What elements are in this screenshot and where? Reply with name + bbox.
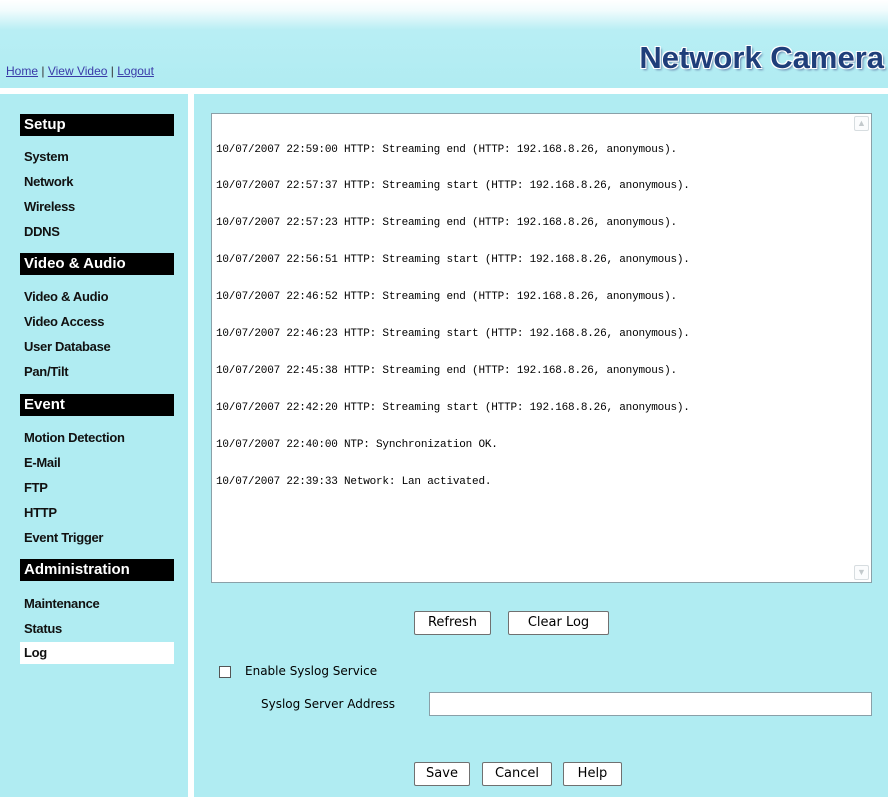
scroll-up-icon[interactable]: ▲ [854,116,869,131]
link-separator: | [38,64,48,78]
view-video-link[interactable]: View Video [48,64,108,78]
sidebar-item-http[interactable]: HTTP [24,505,57,521]
help-button[interactable]: Help [563,762,622,786]
sidebar-item-pan-tilt[interactable]: Pan/Tilt [24,364,69,380]
scroll-down-icon[interactable]: ▼ [854,565,869,580]
syslog-server-label: Syslog Server Address [261,697,396,711]
log-line: 10/07/2007 22:42:20 HTTP: Streaming star… [216,401,690,414]
section-header-event: Event [20,394,174,416]
log-line: 10/07/2007 22:59:00 HTTP: Streaming end … [216,143,677,156]
log-line: 10/07/2007 22:57:37 HTTP: Streaming star… [216,180,690,193]
home-link[interactable]: Home [6,64,38,78]
log-line: 10/07/2007 22:56:51 HTTP: Streaming star… [216,254,690,267]
sidebar-item-ftp[interactable]: FTP [24,480,48,496]
sidebar-item-motion-detection[interactable]: Motion Detection [24,430,125,446]
sidebar-item-wireless[interactable]: Wireless [24,199,75,215]
refresh-button[interactable]: Refresh [414,611,491,635]
log-line: 10/07/2007 22:45:38 HTTP: Streaming end … [216,364,677,377]
log-line: 10/07/2007 22:39:33 Network: Lan activat… [216,475,492,488]
sidebar-item-email[interactable]: E-Mail [24,455,61,471]
log-text: 10/07/2007 22:59:00 HTTP: Streaming end … [216,119,851,513]
sidebar-item-log[interactable]: Log [20,642,174,664]
link-separator: | [107,64,118,78]
sidebar-item-event-trigger[interactable]: Event Trigger [24,530,103,546]
enable-syslog-checkbox[interactable] [219,666,231,678]
cancel-button[interactable]: Cancel [482,762,552,786]
section-header-setup: Setup [20,114,174,136]
sidebar-item-ddns[interactable]: DDNS [24,224,60,240]
brand-logo: Network Camera [639,40,884,75]
log-line: 10/07/2007 22:46:52 HTTP: Streaming end … [216,291,677,304]
log-line: 10/07/2007 22:40:00 NTP: Synchronization… [216,438,498,451]
logout-link[interactable]: Logout [117,64,154,78]
log-line: 10/07/2007 22:46:23 HTTP: Streaming star… [216,328,690,341]
section-header-administration: Administration [20,559,174,581]
sidebar-item-system[interactable]: System [24,149,69,165]
top-nav-links: Home | View Video | Logout [6,64,154,78]
sidebar-item-maintenance[interactable]: Maintenance [24,596,100,612]
enable-syslog-label: Enable Syslog Service [245,664,378,678]
syslog-server-input[interactable] [429,692,872,716]
log-line: 10/07/2007 22:57:23 HTTP: Streaming end … [216,217,677,230]
log-scrollbar[interactable]: ▲ ▼ [854,115,870,581]
main-content: 10/07/2007 22:59:00 HTTP: Streaming end … [194,94,888,797]
log-textarea[interactable]: 10/07/2007 22:59:00 HTTP: Streaming end … [211,113,872,583]
sidebar-item-status[interactable]: Status [24,621,62,637]
sidebar-item-user-database[interactable]: User Database [24,339,111,355]
save-button[interactable]: Save [414,762,470,786]
sidebar: Setup System Network Wireless DDNS Video… [0,94,188,797]
clear-log-button[interactable]: Clear Log [508,611,609,635]
section-header-video-audio: Video & Audio [20,253,174,275]
sidebar-item-video-access[interactable]: Video Access [24,314,105,330]
sidebar-item-video-audio[interactable]: Video & Audio [24,289,109,305]
sidebar-item-network[interactable]: Network [24,174,74,190]
